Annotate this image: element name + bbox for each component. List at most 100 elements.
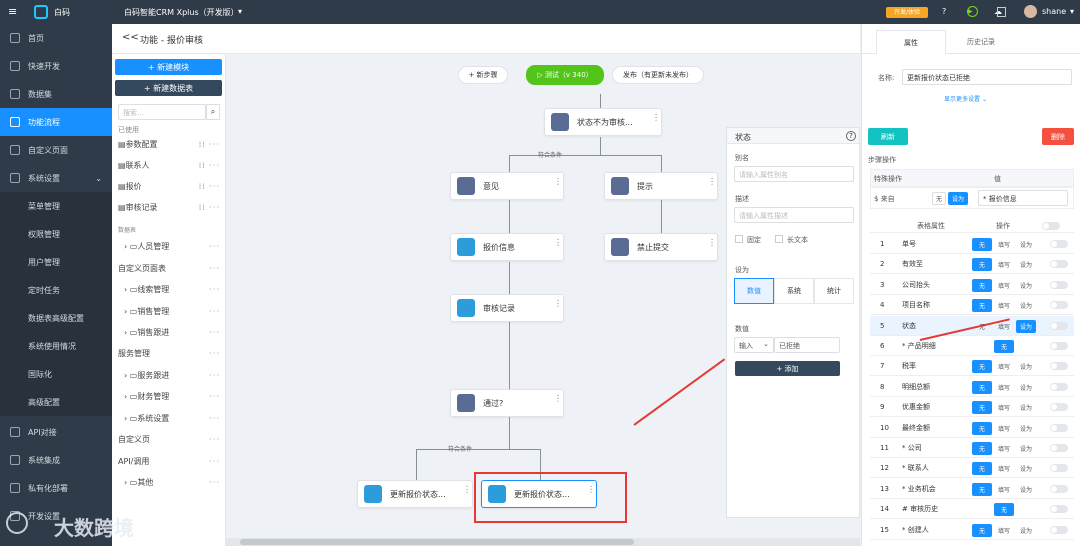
tree-folder[interactable]: › ▭ 人员管理 ···	[118, 237, 222, 255]
row-toggle[interactable]	[1050, 280, 1068, 289]
used-item[interactable]: ▤ 报价 ⁞⁞ ···	[118, 177, 222, 195]
table-row[interactable]: 3 公司抬头 无填写 设为	[870, 275, 1074, 295]
add-button[interactable]: + 添加	[735, 361, 840, 376]
tree-folder[interactable]: › ▭ 线索管理 ···	[118, 280, 222, 298]
row-toggle[interactable]	[1050, 260, 1068, 269]
table-row[interactable]: 6 * 产品明细无	[870, 336, 1074, 356]
tree-folder[interactable]: API/调用 ···	[118, 452, 222, 470]
op-fill[interactable]: 填写	[994, 483, 1014, 496]
toggle[interactable]	[1042, 222, 1060, 230]
op-none[interactable]: 无	[972, 482, 992, 496]
nav-integration[interactable]: 系统集成	[0, 446, 112, 474]
new-table-button[interactable]: + 新建数据表	[115, 80, 222, 96]
op-set[interactable]: 设为	[1016, 279, 1036, 292]
tab-properties[interactable]: 属性	[876, 30, 946, 54]
table-row[interactable]: 5 状态无填写 设为	[870, 315, 1074, 336]
more-icon[interactable]: ⁞⁞ ···	[199, 203, 220, 212]
table-row[interactable]: 12 * 联系人 无填写 设为	[870, 458, 1074, 479]
help-icon[interactable]: ?	[942, 7, 946, 16]
tab-history[interactable]: 历史记录	[946, 30, 1016, 54]
flow-node[interactable]: 状态不为审核... ···	[544, 108, 662, 136]
op-none[interactable]: 无	[972, 442, 992, 455]
op-fill[interactable]: 填写	[994, 360, 1014, 373]
show-more-link[interactable]: 显示更多设置 ⌄	[944, 94, 987, 103]
nav-sub-table-adv[interactable]: 数据表高级配置	[0, 304, 112, 332]
op-none[interactable]: 无	[972, 360, 992, 374]
tree-folder[interactable]: › ▭ 销售管理 ···	[118, 302, 222, 320]
setas-option-system[interactable]: 系统	[774, 278, 814, 304]
flow-node[interactable]: 更新报价状态... ···	[357, 480, 473, 508]
table-row[interactable]: 13 * 业务机会 无填写 设为	[870, 479, 1074, 499]
row-toggle[interactable]	[1050, 321, 1068, 330]
nav-quick-dev[interactable]: 快速开发	[0, 52, 112, 80]
chevron-down-icon[interactable]: ▾	[238, 7, 242, 16]
nav-private-deploy[interactable]: 私有化部署	[0, 474, 112, 502]
more-icon[interactable]: ⁞⁞ ···	[199, 182, 220, 191]
op-fill[interactable]: 填写	[994, 462, 1014, 475]
op-none[interactable]: 无	[972, 523, 992, 537]
row-toggle[interactable]	[1050, 342, 1068, 350]
nav-dataset[interactable]: 数据集	[0, 80, 112, 108]
add-step-button[interactable]: + 新步骤	[458, 66, 508, 84]
op-set[interactable]: 设为	[1016, 238, 1036, 251]
desc-input[interactable]: 请输入属性描述	[734, 207, 854, 223]
row-toggle[interactable]	[1050, 484, 1068, 493]
row-toggle[interactable]	[1050, 301, 1068, 310]
avatar[interactable]	[1024, 5, 1037, 18]
setas-option-stats[interactable]: 统计	[814, 278, 854, 304]
tree-folder[interactable]: › ▭ 服务跟进 ···	[118, 366, 222, 384]
refresh-button[interactable]: 刷新	[868, 128, 908, 145]
table-row[interactable]: 14 # 审核历史 无	[870, 499, 1074, 520]
flow-node[interactable]: 意见 ···	[450, 172, 564, 200]
nav-custom-page[interactable]: 自定义页面	[0, 136, 112, 164]
username[interactable]: shane	[1042, 7, 1066, 16]
new-module-button[interactable]: + 新建模块	[115, 59, 222, 75]
tree-folder[interactable]: 服务管理 ···	[118, 344, 222, 362]
op-set[interactable]: 设为	[1016, 442, 1036, 455]
op-set[interactable]: 设为	[1016, 524, 1036, 537]
menu-toggle-icon[interactable]: ≡	[8, 5, 17, 18]
row-toggle[interactable]	[1050, 403, 1068, 412]
more-icon[interactable]: ···	[650, 113, 660, 122]
more-icon[interactable]: ···	[706, 177, 716, 186]
used-item[interactable]: ▤ 参数配置 ⁞⁞ ···	[118, 135, 222, 153]
flow-node[interactable]: 报价信息 ···	[450, 233, 564, 261]
more-icon[interactable]: ⁞⁞ ···	[199, 140, 220, 149]
more-icon[interactable]: ···	[552, 299, 562, 308]
table-row[interactable]: 11 * 公司 无填写 设为	[870, 438, 1074, 458]
export-icon[interactable]	[997, 7, 1006, 17]
richtext-checkbox[interactable]	[775, 235, 783, 243]
alias-input[interactable]: 请输入属性别名	[734, 166, 854, 182]
op-fill[interactable]: 填写	[994, 524, 1014, 537]
op-fill[interactable]: 填写	[994, 422, 1014, 435]
row-toggle[interactable]	[1050, 362, 1068, 371]
tree-folder[interactable]: › ▭ 财务管理 ···	[118, 387, 222, 405]
setto-tag[interactable]: 设为	[948, 192, 968, 205]
tree-folder[interactable]: › ▭ 销售跟进 ···	[118, 323, 222, 341]
used-item[interactable]: ▤ 联系人 ⁞⁞ ···	[118, 156, 222, 174]
test-button[interactable]: ▷ 测试（v 340）	[526, 65, 604, 85]
op-fill[interactable]: 填写	[994, 279, 1014, 292]
more-icon[interactable]: ···	[552, 238, 562, 247]
op-fill[interactable]: 填写	[994, 442, 1014, 455]
row-toggle[interactable]	[1050, 444, 1068, 452]
op-none[interactable]: 无	[972, 462, 992, 476]
op-none[interactable]: 无	[972, 421, 992, 435]
env-badge[interactable]: 开发/体验	[886, 7, 928, 18]
row-toggle[interactable]	[1050, 525, 1068, 534]
table-row[interactable]: 7 税率 无填写 设为	[870, 356, 1074, 377]
nav-sub-menu[interactable]: 菜单管理	[0, 192, 112, 220]
tree-folder[interactable]: › ▭ 其他 ···	[118, 473, 222, 491]
nav-sub-permission[interactable]: 权限管理	[0, 220, 112, 248]
op-none[interactable]: 无	[972, 299, 992, 313]
user-menu-chevron-icon[interactable]: ▾	[1070, 7, 1074, 16]
table-row[interactable]: 9 优惠金额 无填写 设为	[870, 397, 1074, 418]
op-none[interactable]: 无	[972, 401, 992, 415]
nav-sub-i18n[interactable]: 国际化	[0, 360, 112, 388]
more-icon[interactable]: ···	[461, 485, 471, 494]
row-toggle[interactable]	[1050, 382, 1068, 391]
none-tag[interactable]: 无	[932, 192, 946, 205]
op-fill[interactable]: 填写	[994, 258, 1014, 271]
op-fill[interactable]: 填写	[994, 381, 1014, 394]
table-row[interactable]: 1 单号 无填写 设为	[870, 234, 1074, 254]
